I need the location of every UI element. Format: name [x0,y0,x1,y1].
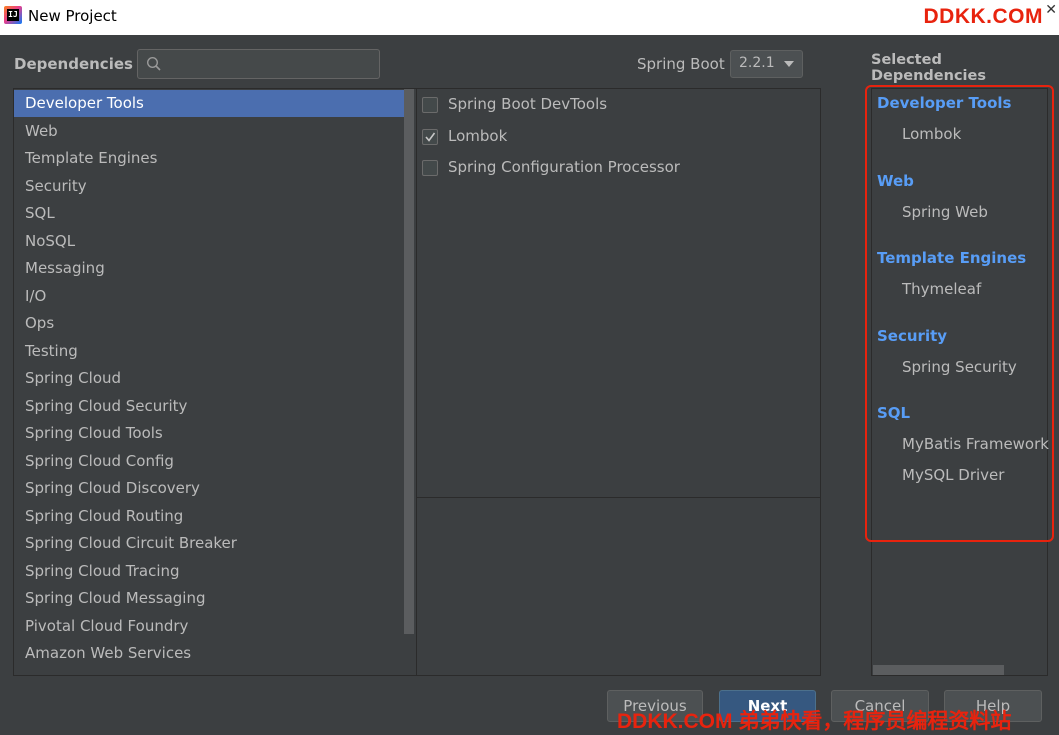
category-item[interactable]: Pivotal Cloud Foundry [14,613,404,640]
spring-boot-label: Spring Boot [637,55,725,73]
dependency-label: Spring Configuration Processor [448,158,680,176]
category-item[interactable]: Developer Tools [14,90,404,117]
category-list[interactable]: Amazon Web Services Pivotal Cloud Foundry… [13,88,417,676]
search-box[interactable] [137,49,380,79]
category-item[interactable]: SQL [14,200,404,227]
dependency-description-panel [416,497,821,676]
category-item[interactable]: Ops [14,310,404,337]
search-icon [146,56,161,71]
category-item[interactable]: NoSQL [14,228,404,255]
dependency-checkbox[interactable] [422,160,438,176]
category-item[interactable]: Spring Cloud Tracing [14,558,404,585]
dependency-label: Lombok [448,126,508,145]
close-icon[interactable]: ✕ [1045,2,1057,18]
category-item[interactable]: Testing [14,338,404,365]
chevron-down-icon [784,61,794,67]
dependency-checklist: Spring Boot DevTools Lombok Spring Configu… [416,88,821,498]
spring-boot-version-value: 2.2.1 [739,55,775,71]
category-item[interactable]: Spring Cloud [14,365,404,392]
category-item[interactable]: Spring Cloud Messaging [14,585,404,612]
category-item[interactable]: Spring Cloud Tools [14,420,404,447]
window-titlebar: IJ New Project ✕ DDKK.COM [0,0,1059,35]
category-item[interactable]: Spring Cloud Routing [14,503,404,530]
category-item[interactable]: Spring Cloud Security [14,393,404,420]
category-item[interactable]: Web [14,118,404,145]
watermark-top: DDKK.COM [923,5,1043,28]
window-title: New Project [28,7,117,25]
category-item[interactable]: Spring Cloud Circuit Breaker [14,530,404,557]
category-item[interactable]: Spring Cloud Discovery [14,475,404,502]
dependency-checkbox[interactable] [422,128,438,145]
checkmark-icon [425,132,436,142]
dependency-checkbox[interactable] [422,97,438,113]
category-item[interactable]: Spring Cloud Config [14,448,404,475]
dependencies-label: Dependencies [14,55,133,73]
dependency-label: Spring Boot DevTools [448,95,608,113]
category-item[interactable]: Security [14,173,404,200]
highlight-annotation-box [865,85,1054,542]
intellij-app-icon: IJ [4,6,22,24]
selected-dependencies-title: Selected Dependencies [871,52,986,84]
category-item[interactable]: I/O [14,283,404,310]
watermark-bottom: DDKK.COM 弟弟快看，程序员编程资料站 [617,710,1012,733]
selected-horizontal-scrollbar[interactable] [873,665,1004,675]
category-item[interactable]: Amazon Web Services [14,640,404,667]
search-input[interactable] [168,52,377,76]
spring-boot-version-select[interactable]: 2.2.1 [730,50,803,78]
category-scrollbar[interactable] [404,89,414,634]
category-item[interactable]: Messaging [14,255,404,282]
category-item[interactable]: Template Engines [14,145,404,172]
